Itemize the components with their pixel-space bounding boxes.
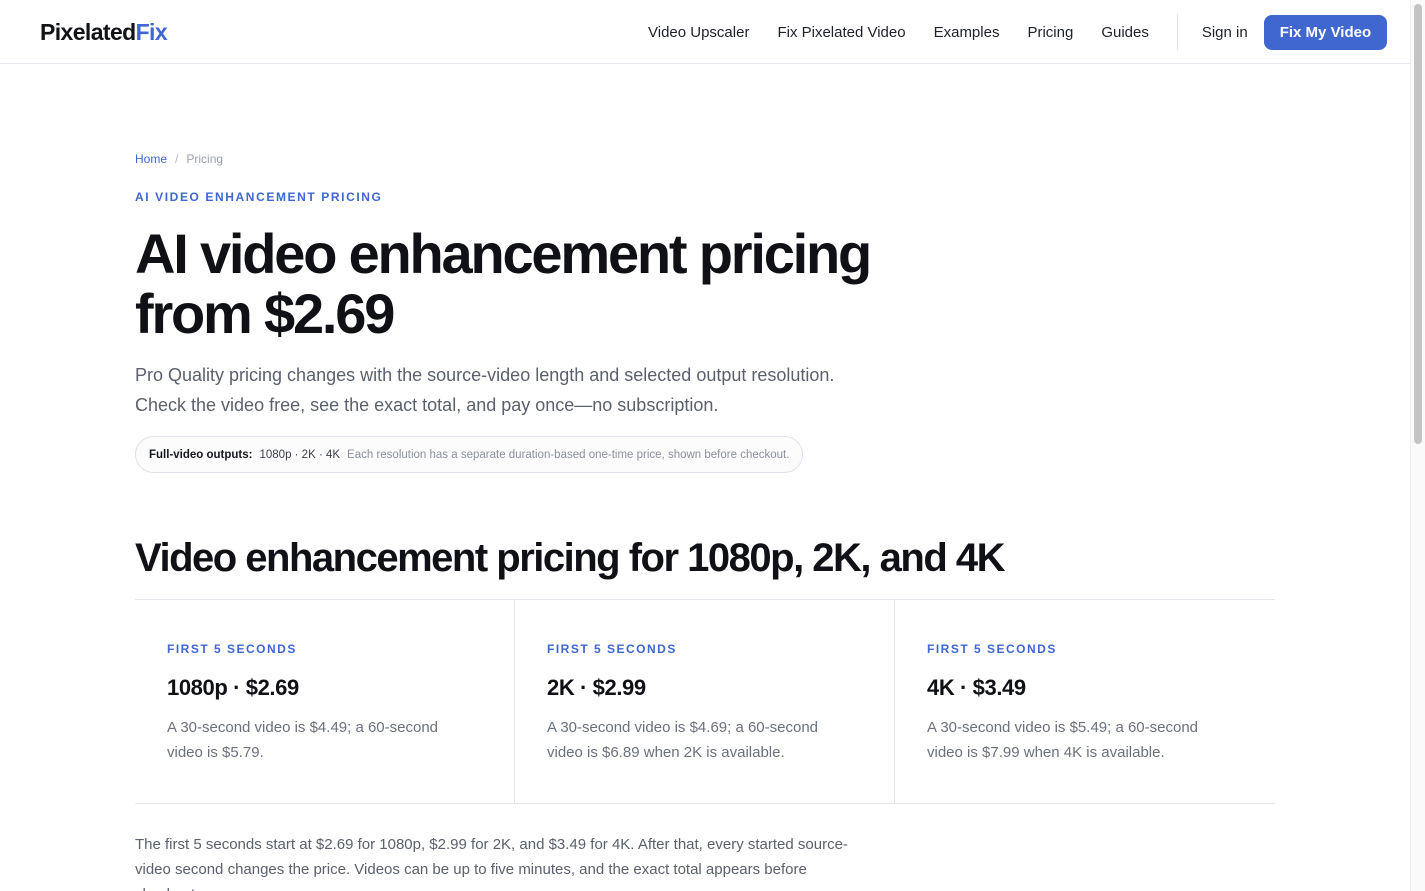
nav-divider [1176, 14, 1178, 50]
pricing-card-4k: First 5 seconds 4K · $3.49 A 30-second v… [895, 600, 1275, 803]
pricing-card-price: 1080p · $2.69 [167, 675, 299, 700]
pricing-card-price: 2K · $2.99 [547, 675, 646, 700]
pricing-card-kicker: First 5 seconds [167, 642, 297, 656]
nav-fix-pixelated-video[interactable]: Fix Pixelated Video [777, 24, 905, 41]
breadcrumb-separator: / [175, 152, 179, 166]
outputs-pill-note: Each resolution has a separate duration-… [347, 448, 790, 461]
breadcrumb-current: Pricing [186, 152, 224, 166]
nav-video-upscaler[interactable]: Video Upscaler [648, 24, 749, 41]
logo-text-main: Pixelated [40, 19, 136, 45]
page-title: AI video enhancement pricing from $2.69 [135, 222, 872, 345]
pricing-card-2k: First 5 seconds 2K · $2.99 A 30-second v… [515, 600, 895, 803]
pricing-card-kicker: First 5 seconds [547, 642, 677, 656]
sign-in-link[interactable]: Sign in [1202, 24, 1248, 41]
main-nav: Video Upscaler Fix Pixelated Video Examp… [648, 0, 1388, 64]
breadcrumb-home[interactable]: Home [135, 152, 167, 166]
pricing-card-price: 4K · $3.49 [927, 675, 1026, 700]
nav-pricing[interactable]: Pricing [1027, 24, 1073, 41]
pricing-card-description: A 30-second video is $5.49; a 60-second … [927, 719, 1199, 761]
pricing-card-description: A 30-second video is $4.69; a 60-second … [547, 719, 819, 761]
pricing-section-title: Video enhancement pricing for 1080p, 2K,… [135, 536, 1006, 580]
outputs-pill-label: Full-video outputs: [149, 448, 253, 461]
nav-guides[interactable]: Guides [1101, 24, 1149, 41]
breadcrumb: Home / Pricing [135, 152, 223, 166]
pricing-card-kicker: First 5 seconds [927, 642, 1057, 656]
nav-examples[interactable]: Examples [934, 24, 1000, 41]
logo-text-accent: Fix [135, 19, 168, 45]
fix-my-video-button[interactable]: Fix My Video [1263, 14, 1388, 50]
page: PixelatedFix Video Upscaler Fix Pixelate… [0, 0, 1425, 891]
page-scrollbar[interactable] [1410, 0, 1425, 891]
scrollbar-thumb[interactable] [1414, 4, 1422, 444]
hero-eyebrow: AI video enhancement pricing [135, 190, 383, 204]
outputs-pill-resolutions: 1080p · 2K · 4K [259, 448, 341, 461]
outputs-pill: Full-video outputs: 1080p · 2K · 4K Each… [135, 436, 804, 473]
site-header: PixelatedFix Video Upscaler Fix Pixelate… [0, 0, 1410, 64]
hero-subtitle: Pro Quality pricing changes with the sou… [135, 365, 835, 415]
pricing-cards: First 5 seconds 1080p · $2.69 A 30-secon… [135, 599, 1275, 804]
logo[interactable]: PixelatedFix [40, 18, 168, 46]
pricing-card-1080p: First 5 seconds 1080p · $2.69 A 30-secon… [135, 600, 515, 803]
pricing-explanation: The first 5 seconds start at $2.69 for 1… [135, 836, 848, 891]
pricing-card-description: A 30-second video is $4.49; a 60-second … [167, 719, 439, 761]
